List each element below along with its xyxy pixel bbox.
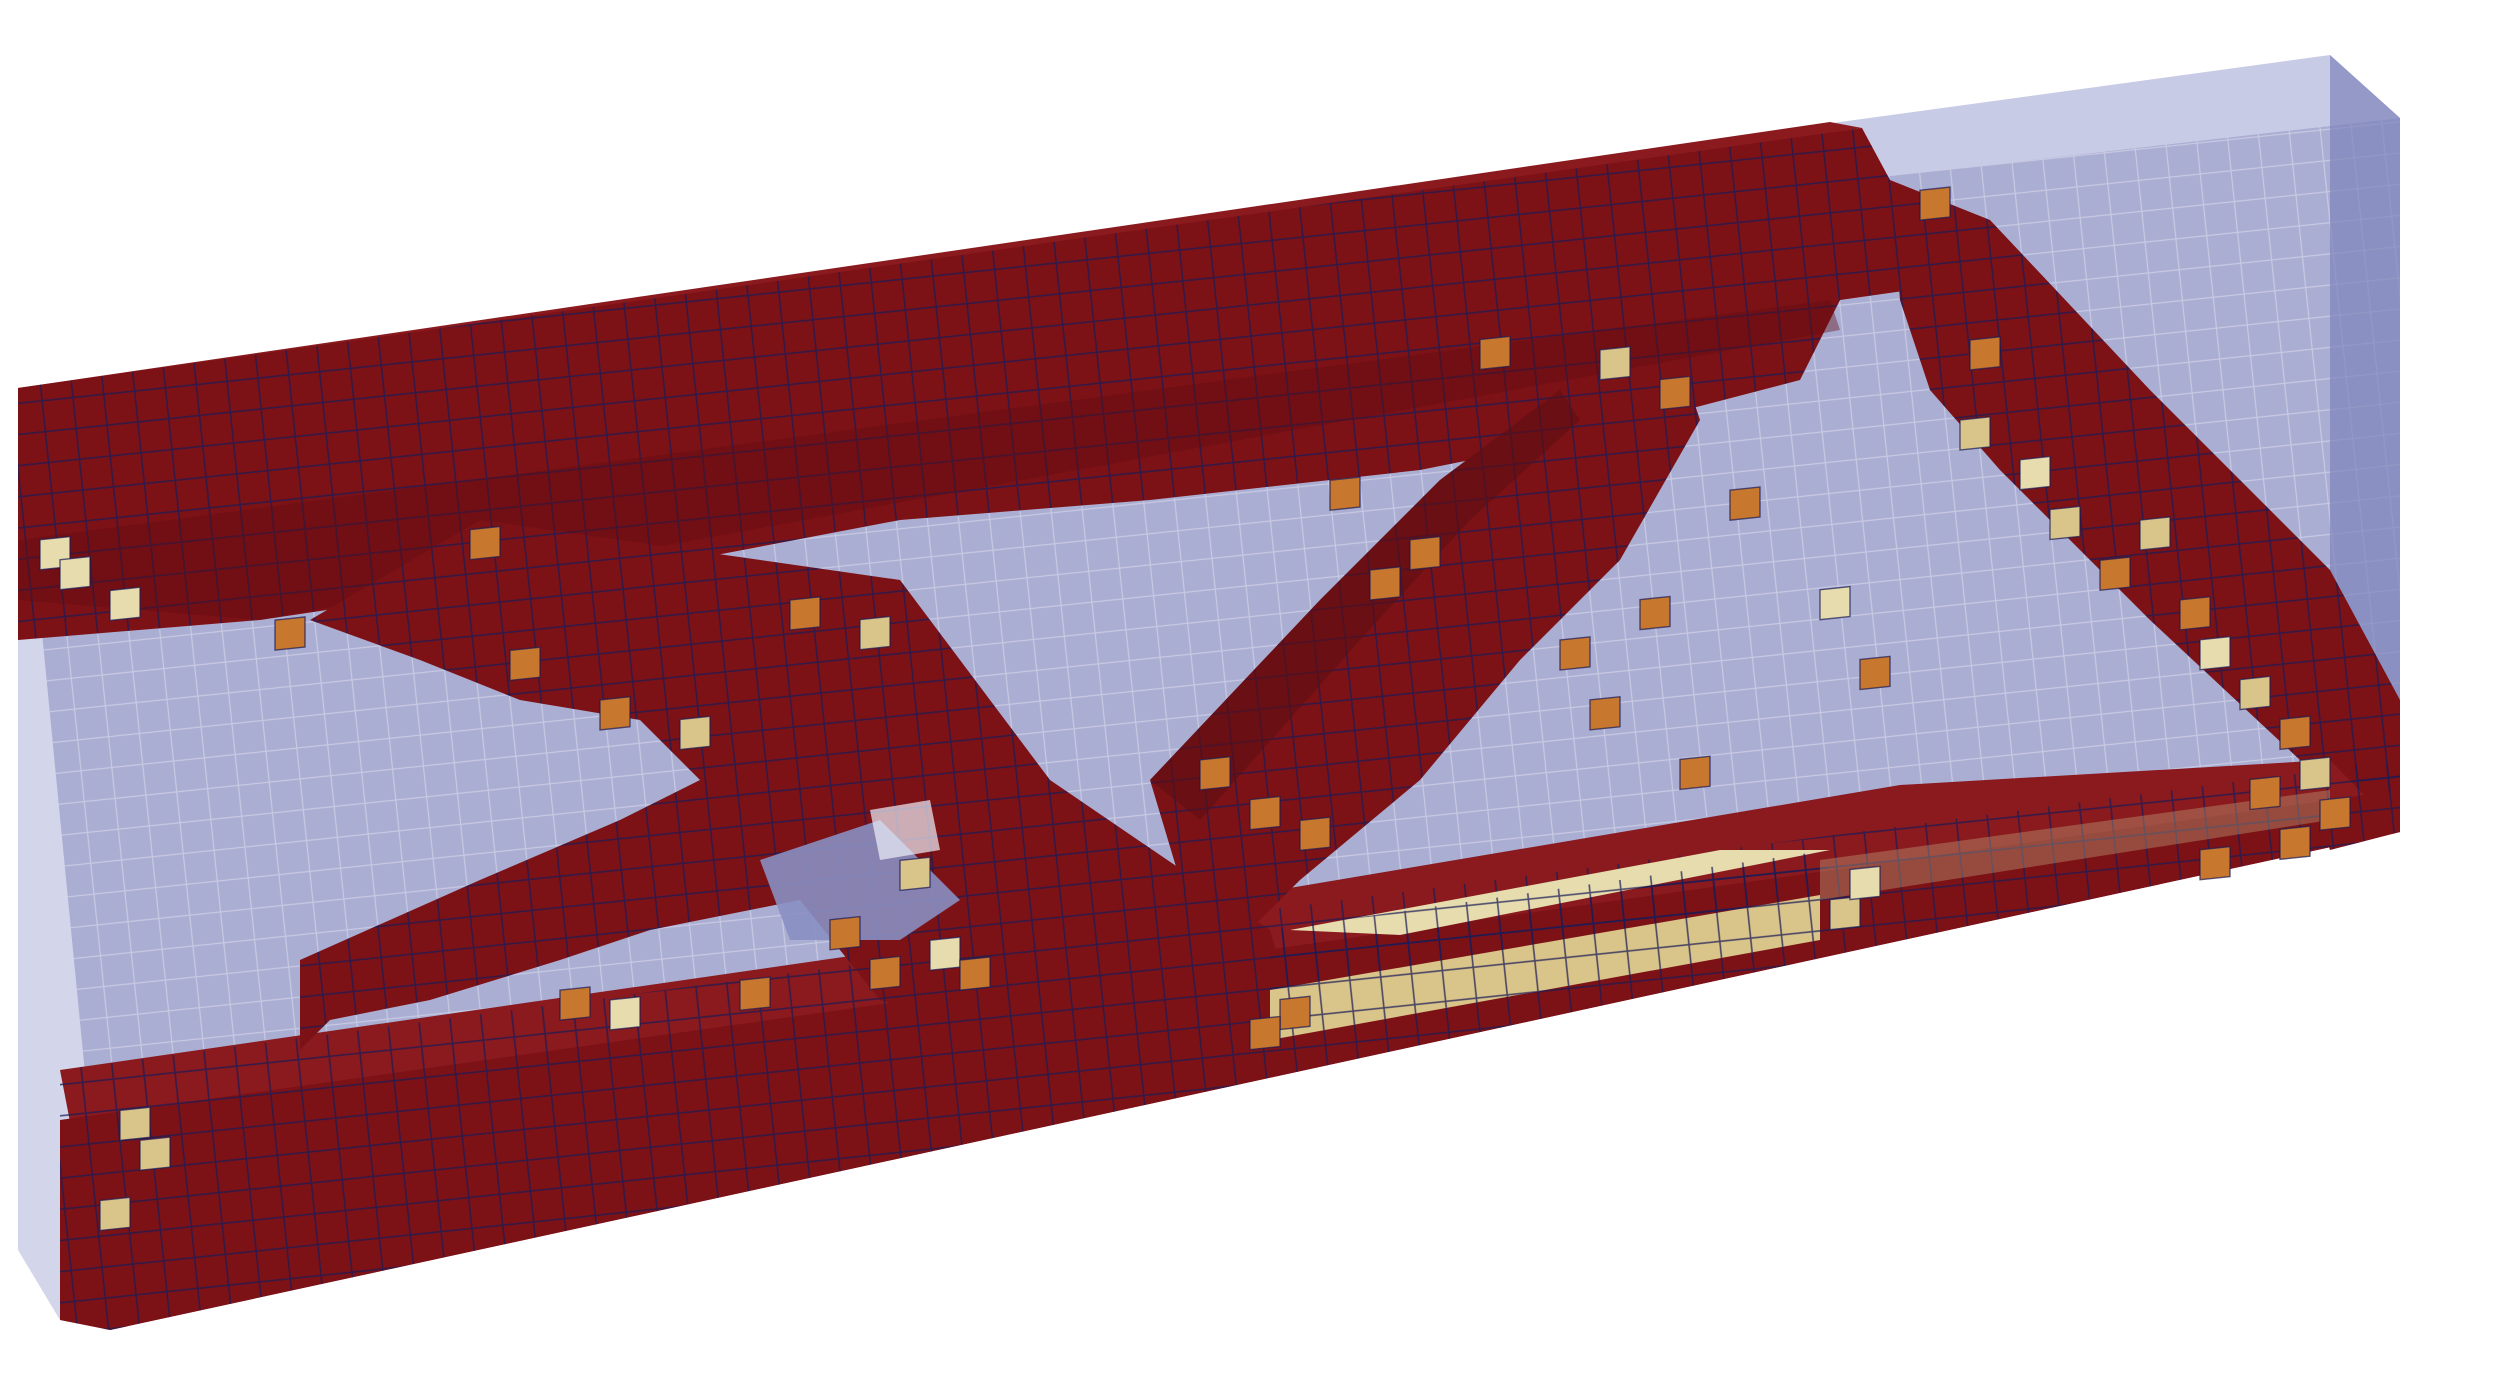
boundary-voxel-orange <box>599 696 631 731</box>
boundary-voxel-tan <box>2299 756 2331 792</box>
boundary-voxel-orange <box>1729 486 1761 521</box>
boundary-voxel-orange <box>1969 336 2001 371</box>
boundary-voxel-orange <box>1329 476 1361 511</box>
boundary-voxel-orange <box>509 646 541 682</box>
boundary-voxel-pale <box>2199 635 2231 671</box>
boundary-voxel-orange <box>1639 595 1671 631</box>
boundary-voxel-pale <box>1849 865 1881 901</box>
boundary-voxel-tan <box>99 1196 131 1232</box>
boundary-voxel-tan <box>1959 416 1991 451</box>
boundary-voxel-tan <box>1599 345 1631 381</box>
boundary-voxel-orange <box>2319 796 2351 831</box>
boundary-voxel-orange <box>1369 566 1401 601</box>
boundary-voxel-orange <box>1199 755 1231 791</box>
boundary-voxel-orange <box>2249 775 2281 811</box>
boundary-voxel-orange <box>1249 1015 1281 1051</box>
boundary-voxel-orange <box>2179 595 2211 631</box>
boundary-voxel-orange <box>1249 795 1281 831</box>
boundary-voxel-tan <box>2139 516 2171 551</box>
boundary-voxel-pale <box>929 936 961 972</box>
boundary-voxel-orange <box>559 986 591 1021</box>
render-viewport <box>0 0 2501 1381</box>
boundary-voxel-orange <box>1409 535 1441 571</box>
boundary-voxel-tan <box>2239 675 2271 711</box>
boundary-voxel-pale <box>1819 585 1851 621</box>
boundary-voxel-orange <box>2099 556 2131 592</box>
boundary-voxel-orange <box>1859 655 1891 691</box>
boundary-voxel-pale <box>109 586 141 622</box>
boundary-voxel-pale <box>609 995 641 1031</box>
boundary-voxel-tan <box>119 1106 151 1142</box>
boundary-voxel-orange <box>469 525 501 561</box>
boundary-voxel-pale <box>59 555 91 591</box>
boundary-voxel-orange <box>1559 636 1591 671</box>
boundary-voxel-tan <box>679 715 711 751</box>
boundary-voxel-orange <box>959 956 991 991</box>
opening-small-triangle <box>870 800 940 860</box>
boundary-voxel-orange <box>274 616 306 651</box>
boundary-voxel-orange <box>1679 755 1711 791</box>
boundary-voxel-pale <box>2019 455 2051 491</box>
boundary-voxel-orange <box>829 915 861 951</box>
boundary-voxel-tan <box>139 1136 171 1172</box>
boundary-voxel-orange <box>1919 186 1951 221</box>
boundary-voxel-orange <box>1659 375 1691 411</box>
boundary-voxel-orange <box>2279 825 2311 861</box>
boundary-voxel-tan <box>899 856 931 892</box>
boundary-voxel-tan <box>2049 505 2081 541</box>
boundary-voxel-orange <box>1589 695 1621 731</box>
boundary-voxel-orange <box>1279 995 1311 1031</box>
boundary-voxel-orange <box>2199 845 2231 881</box>
boundary-voxel-orange <box>869 955 901 991</box>
boundary-voxel-tan <box>859 615 891 651</box>
boundary-voxel-orange <box>1479 335 1511 371</box>
boundary-voxel-orange <box>739 976 771 1011</box>
boundary-voxel-orange <box>1299 816 1331 852</box>
boundary-voxel-orange <box>789 596 821 631</box>
boundary-voxel-orange <box>2279 715 2311 751</box>
topology-optimization-voxel-render <box>18 55 2400 1330</box>
boundary-voxel-tan <box>1829 895 1861 931</box>
